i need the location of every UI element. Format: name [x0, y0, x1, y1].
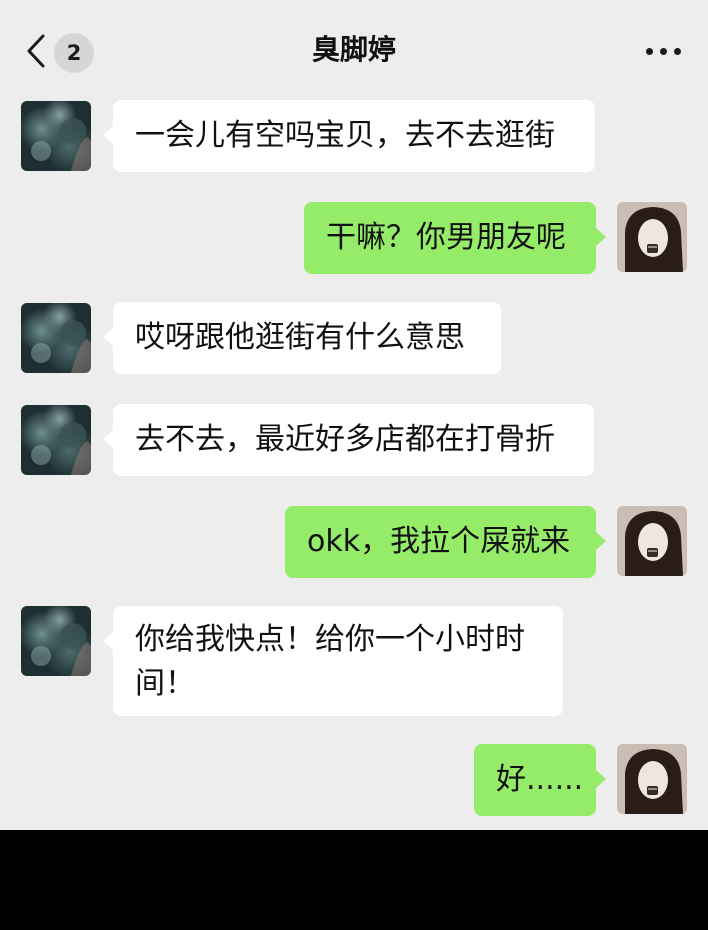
user-avatar-image	[617, 202, 687, 272]
contact-avatar-image	[31, 320, 91, 373]
incoming-message-bubble[interactable]: 一会儿有空吗宝贝，去不去逛街	[103, 100, 595, 172]
user-avatar-image	[617, 744, 687, 814]
outgoing-message-bubble[interactable]: 好......	[474, 744, 606, 816]
contact-avatar-image	[31, 623, 91, 676]
outgoing-message-bubble[interactable]: 干嘛？你男朋友呢	[304, 202, 606, 274]
chat-title: 臭脚婷	[311, 33, 396, 66]
user-avatar[interactable]	[617, 202, 687, 272]
incoming-message-bubble[interactable]: 你给我快点！给你一个小时时 间！	[103, 606, 563, 716]
chat-screen: 2 臭脚婷 一会儿有空吗宝贝，去不去逛街 干嘛？你男朋友呢 哎呀跟他逛街有什么意…	[0, 0, 708, 830]
more-dots-icon	[646, 48, 653, 55]
contact-avatar[interactable]	[21, 405, 91, 475]
contact-avatar[interactable]	[21, 303, 91, 373]
incoming-message-bubble[interactable]: 去不去，最近好多店都在打骨折	[103, 404, 594, 476]
contact-avatar-image	[31, 118, 91, 171]
more-button[interactable]	[642, 32, 686, 68]
contact-avatar[interactable]	[21, 606, 91, 676]
user-avatar[interactable]	[617, 506, 687, 576]
chat-header: 2 臭脚婷	[0, 0, 708, 90]
user-avatar-image	[617, 506, 687, 576]
outgoing-message-bubble[interactable]: okk，我拉个屎就来	[285, 506, 606, 578]
contact-avatar-image	[31, 422, 91, 475]
incoming-message-bubble[interactable]: 哎呀跟他逛街有什么意思	[103, 302, 501, 374]
user-avatar[interactable]	[617, 744, 687, 814]
contact-avatar[interactable]	[21, 101, 91, 171]
